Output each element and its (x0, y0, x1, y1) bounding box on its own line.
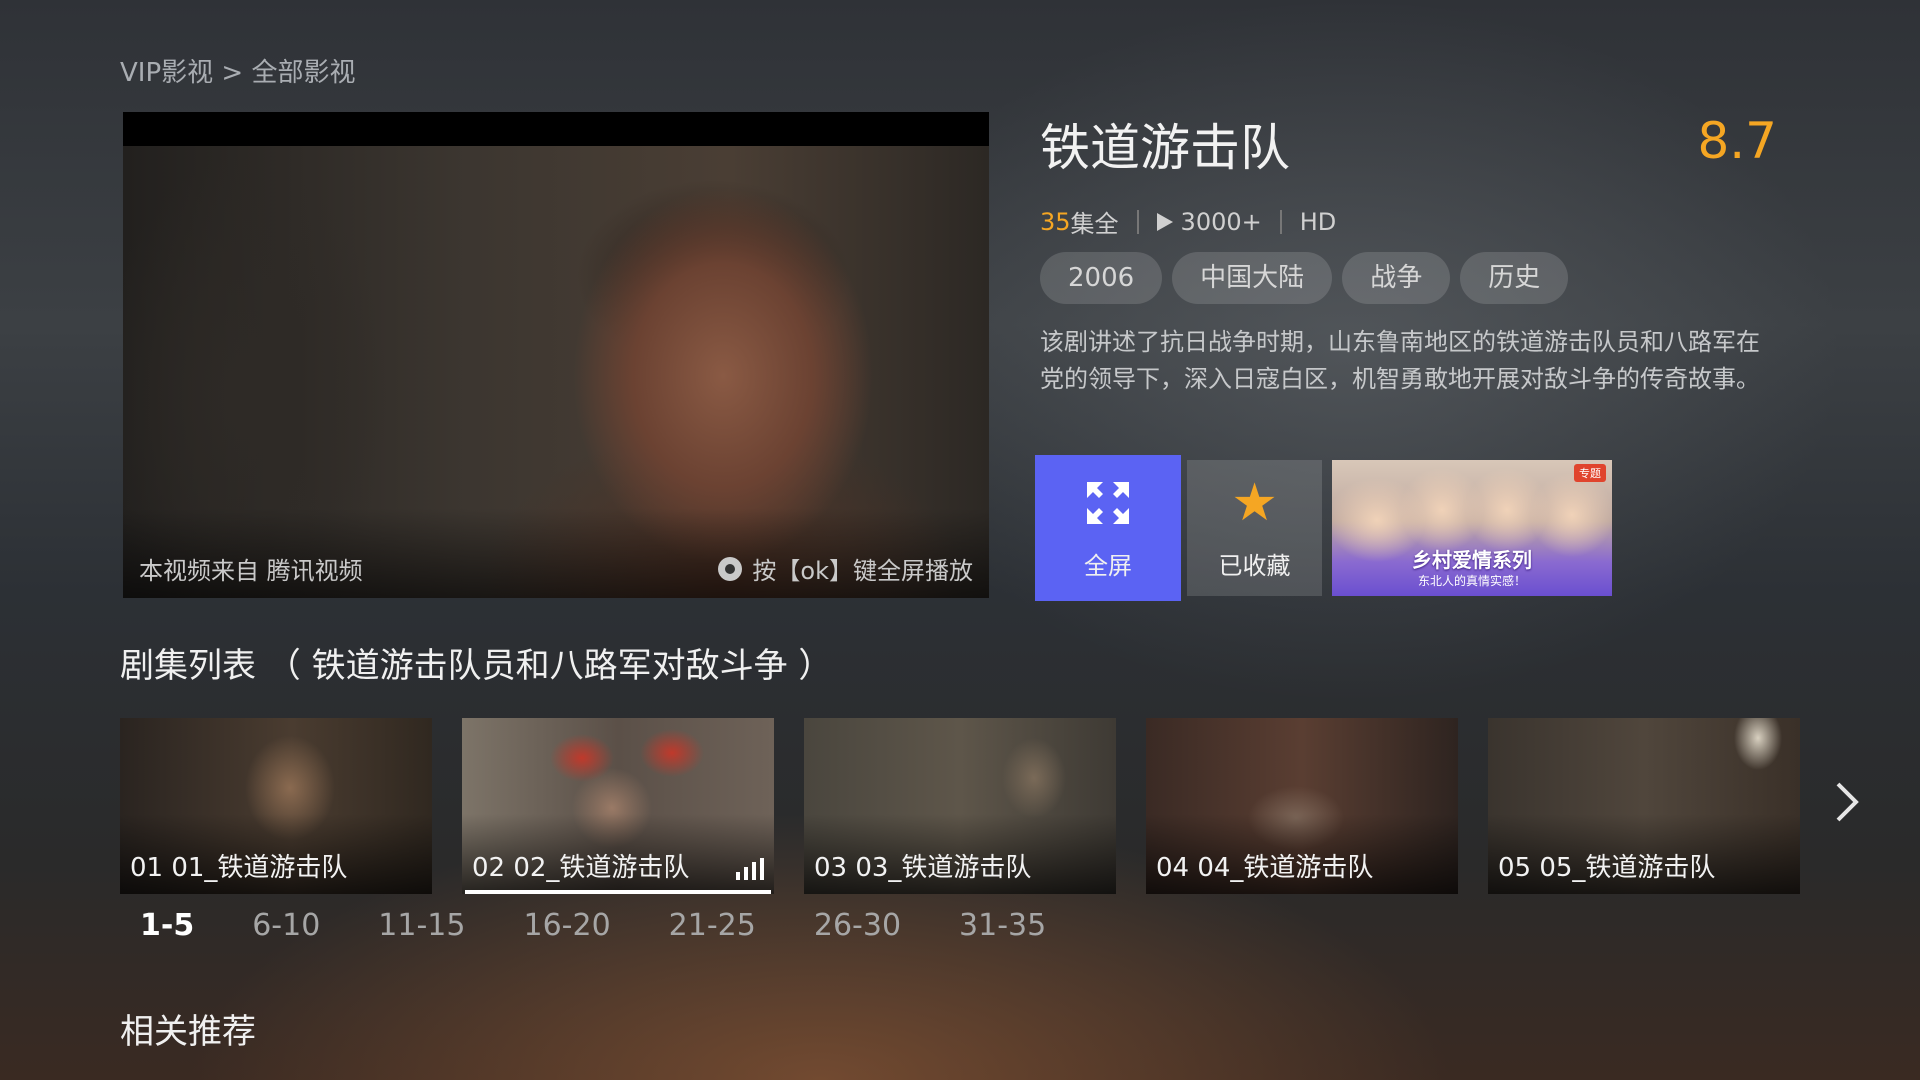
promo-title: 乡村爱情系列 (1412, 548, 1532, 572)
episode-card[interactable]: 02 02_铁道游击队 (462, 718, 774, 894)
range-tab[interactable]: 6-10 (252, 908, 320, 943)
episode-card[interactable]: 04 04_铁道游击队 (1146, 718, 1458, 894)
episode-label: 04 04_铁道游击队 (1156, 853, 1374, 883)
episode-range-tabs: 1-5 6-10 11-15 16-20 21-25 26-30 31-35 (140, 908, 1104, 943)
range-tab[interactable]: 11-15 (378, 908, 465, 943)
tag-list: 2006 中国大陆 战争 历史 (1040, 252, 1569, 304)
range-tab[interactable]: 26-30 (814, 908, 901, 943)
episode-list: 01 01_铁道游击队 02 02_铁道游击队 03 03_铁道游击队 04 0… (120, 718, 1800, 894)
episode-count: 35 (1040, 207, 1071, 236)
quality-badge: HD (1299, 207, 1337, 236)
episode-card[interactable]: 01 01_铁道游击队 (120, 718, 432, 894)
play-count: 3000+ (1180, 207, 1262, 236)
divider (1136, 209, 1139, 234)
episode-label: 01 01_铁道游击队 (130, 853, 348, 883)
show-score: 8.7 (1697, 112, 1777, 170)
favorite-label: 已收藏 (1218, 551, 1291, 580)
video-player[interactable]: 本视频来自 腾讯视频 按【ok】键全屏播放 (123, 112, 989, 598)
video-source-text: 本视频来自 腾讯视频 (139, 557, 363, 585)
promo-subtitle: 东北人的真情实感！ (1417, 574, 1526, 588)
range-tab[interactable]: 21-25 (669, 908, 756, 943)
fullscreen-label: 全屏 (1084, 551, 1132, 580)
episode-label: 02 02_铁道游击队 (472, 853, 690, 883)
tag-genre: 历史 (1460, 252, 1569, 304)
episode-label: 03 03_铁道游击队 (814, 853, 1032, 883)
related-title: 相关推荐 (120, 1012, 256, 1052)
favorite-button[interactable]: ★ 已收藏 (1187, 460, 1322, 596)
episode-suffix: 集全 (1070, 210, 1119, 238)
divider (1279, 209, 1282, 234)
episode-card[interactable]: 05 05_铁道游击队 (1488, 718, 1800, 894)
episode-list-title: 剧集列表 （ 铁道游击队员和八路军对敌斗争 ） (120, 646, 833, 686)
star-icon: ★ (1231, 472, 1278, 533)
range-tab[interactable]: 31-35 (959, 908, 1046, 943)
tag-year: 2006 (1040, 252, 1163, 304)
chevron-right-icon[interactable] (1832, 780, 1862, 824)
fullscreen-button[interactable]: 全屏 (1035, 455, 1181, 601)
playing-indicator (465, 890, 771, 894)
promo-banner[interactable]: 专题 乡村爱情系列 东北人的真情实感！ (1332, 460, 1612, 596)
show-meta: 35 集全 3000+ HD (1040, 204, 1336, 239)
play-icon (1156, 212, 1173, 231)
breadcrumb: VIP影视 > 全部影视 (120, 58, 356, 88)
fullscreen-hint-text: 按【ok】键全屏播放 (752, 557, 973, 585)
fullscreen-hint: 按【ok】键全屏播放 (718, 551, 973, 586)
range-tab[interactable]: 16-20 (523, 908, 610, 943)
range-tab[interactable]: 1-5 (140, 908, 194, 943)
ok-key-icon (718, 556, 743, 581)
tag-region: 中国大陆 (1172, 252, 1333, 304)
episode-label: 05 05_铁道游击队 (1498, 853, 1716, 883)
show-description: 该剧讲述了抗日战争时期，山东鲁南地区的铁道游击队员和八路军在党的领导下，深入日寇… (1040, 328, 1760, 393)
tag-genre: 战争 (1342, 252, 1451, 304)
show-title: 铁道游击队 (1040, 119, 1290, 177)
expand-arrows-icon (1087, 481, 1129, 524)
promo-badge: 专题 (1574, 464, 1606, 482)
episode-card[interactable]: 03 03_铁道游击队 (804, 718, 1116, 894)
equalizer-icon (736, 858, 764, 880)
